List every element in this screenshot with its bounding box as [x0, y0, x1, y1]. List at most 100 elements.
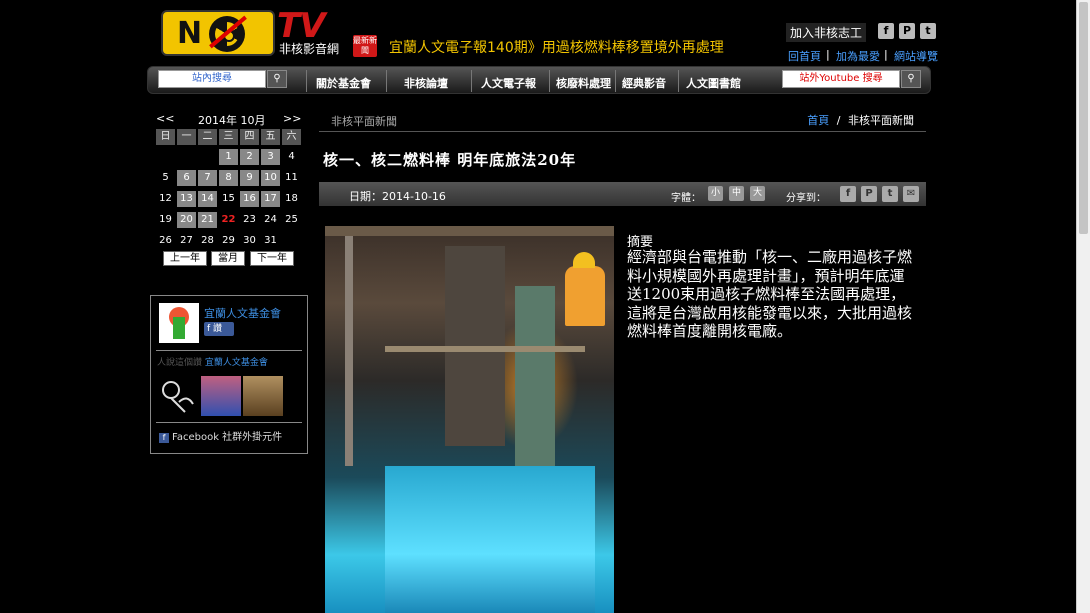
nav-nuclear-waste[interactable]: 核廢料處理 [556, 75, 611, 91]
calendar-dow: 三 [219, 129, 238, 145]
next-year-button[interactable]: 下一年 [250, 251, 294, 266]
home-link[interactable]: 回首頁 [788, 48, 821, 64]
calendar-dow: 一 [177, 129, 196, 145]
calendar-dow: 五 [261, 129, 280, 145]
calendar-month: 2014年 10月 [198, 114, 266, 127]
calendar-dow: 六 [282, 129, 301, 145]
nav-divider [615, 70, 616, 92]
fans-org[interactable]: 宜蘭人文基金會 [205, 358, 268, 368]
nav-about[interactable]: 關於基金會 [316, 75, 371, 91]
nav-forum[interactable]: 非核論壇 [404, 75, 448, 91]
divider [156, 422, 302, 423]
section-label: 非核平面新聞 [331, 115, 397, 128]
article-title: 核一、核二燃料棒 明年底旅法20年 [323, 151, 577, 169]
org-logo[interactable] [159, 303, 199, 343]
twitter-icon[interactable]: t [882, 186, 898, 202]
calendar-day: 30 [243, 235, 256, 246]
nav-divider [678, 70, 679, 92]
org-name-link[interactable]: 宜蘭人文基金會 [204, 305, 281, 321]
calendar-day[interactable]: 7 [198, 170, 217, 186]
facebook-icon[interactable]: f [878, 23, 894, 39]
calendar-day[interactable]: 9 [240, 170, 259, 186]
nav-divider [471, 70, 472, 92]
calendar-dow: 日 [156, 129, 175, 145]
calendar-day: 29 [222, 235, 235, 246]
calendar-day[interactable]: 21 [198, 212, 217, 228]
like-button[interactable]: f 讚 [204, 322, 234, 336]
calendar-day[interactable]: 6 [177, 170, 196, 186]
sitemap-link[interactable]: 網站導覽 [894, 48, 938, 64]
avatar[interactable] [243, 376, 283, 416]
divider [156, 350, 302, 351]
facebook-box: 宜蘭人文基金會 f 讚 人說這個讚 宜蘭人文基金會 f Facebook 社群外掛… [150, 295, 308, 454]
calendar-day[interactable]: 2 [240, 149, 259, 165]
calendar-day[interactable]: 16 [240, 191, 259, 207]
share-label: 分享到： [786, 193, 826, 204]
breadcrumb-separator: / [836, 114, 841, 127]
article-photo [325, 226, 614, 613]
like-label: 讚 [213, 324, 223, 334]
nav-divider [306, 70, 307, 92]
breadcrumb-current: 非核平面新聞 [848, 114, 914, 127]
divider [319, 131, 926, 132]
site-logo[interactable]: N [161, 10, 275, 56]
scrollbar-thumb[interactable] [1079, 2, 1088, 234]
font-large-button[interactable]: 大 [750, 186, 765, 201]
site-search-input[interactable]: 站內搜尋 [158, 70, 266, 88]
article-summary: 經濟部與台電推動「核一、二廠用過核子燃料小規模國外再處理計畫」，預計明年底運送1… [627, 248, 913, 340]
current-month-button[interactable]: 當月 [211, 251, 245, 266]
nav-newsletter[interactable]: 人文電子報 [481, 75, 536, 91]
twitter-icon[interactable]: t [920, 23, 936, 39]
calendar-day[interactable]: 13 [177, 191, 196, 207]
calendar-day[interactable]: 20 [177, 212, 196, 228]
calendar-day: 25 [285, 214, 298, 225]
avatar[interactable] [201, 376, 241, 416]
plugin-text: Facebook 社群外掛元件 [172, 432, 283, 443]
calendar-day[interactable]: 8 [219, 170, 238, 186]
next-month-button[interactable]: >> [283, 112, 301, 125]
calendar-day: 23 [243, 214, 256, 225]
calendar-day[interactable]: 1 [219, 149, 238, 165]
page-scrollbar[interactable] [1076, 0, 1090, 613]
calendar-day: 27 [180, 235, 193, 246]
favorite-link[interactable]: 加為最愛 [836, 48, 880, 64]
calendar-day[interactable]: 3 [261, 149, 280, 165]
calendar-dow: 二 [198, 129, 217, 145]
facebook-plugin-label[interactable]: f Facebook 社群外掛元件 [159, 428, 282, 443]
facebook-icon[interactable]: f [840, 186, 856, 202]
news-badge: 最新新聞 [353, 35, 377, 57]
calendar-day: 5 [162, 172, 169, 183]
calendar-dow: 四 [240, 129, 259, 145]
search-icon[interactable]: ⚲ [267, 70, 287, 88]
search-icon[interactable]: ⚲ [901, 70, 921, 88]
calendar-day: 24 [264, 214, 277, 225]
calendar-day: 12 [159, 193, 172, 204]
fans-prefix: 人說這個讚 [157, 358, 203, 368]
link-separator: | [884, 48, 888, 61]
email-icon[interactable]: ✉ [903, 186, 919, 202]
nav-library[interactable]: 人文圖書館 [686, 75, 741, 91]
plurk-icon[interactable]: P [861, 186, 877, 202]
nav-video[interactable]: 經典影音 [622, 75, 666, 91]
youtube-search-input[interactable]: 站外Youtube 搜尋 [782, 70, 900, 88]
nav-divider [386, 70, 387, 92]
nav-divider [549, 70, 550, 92]
prev-month-button[interactable]: << [156, 112, 174, 125]
prev-year-button[interactable]: 上一年 [163, 251, 207, 266]
article-date: 日期：2014-10-16 [349, 190, 446, 203]
calendar-day[interactable]: 10 [261, 170, 280, 186]
calendar-day: 11 [285, 172, 298, 183]
avatar[interactable] [157, 376, 197, 416]
calendar-day[interactable]: 14 [198, 191, 217, 207]
calendar-day: 4 [288, 151, 295, 162]
calendar-day: 15 [222, 193, 235, 204]
headline-link[interactable]: 宜蘭人文電子報140期》用過核燃料棒移置境外再處理 [389, 37, 724, 57]
font-medium-button[interactable]: 中 [729, 186, 744, 201]
plurk-icon[interactable]: P [899, 23, 915, 39]
breadcrumb-home[interactable]: 首頁 [807, 114, 829, 127]
logo-letter: N [177, 16, 203, 51]
calendar-day[interactable]: 17 [261, 191, 280, 207]
font-small-button[interactable]: 小 [708, 186, 723, 201]
breadcrumb: 首頁 / 非核平面新聞 [807, 112, 914, 128]
join-volunteer-button[interactable]: 加入非核志工 [786, 23, 867, 42]
